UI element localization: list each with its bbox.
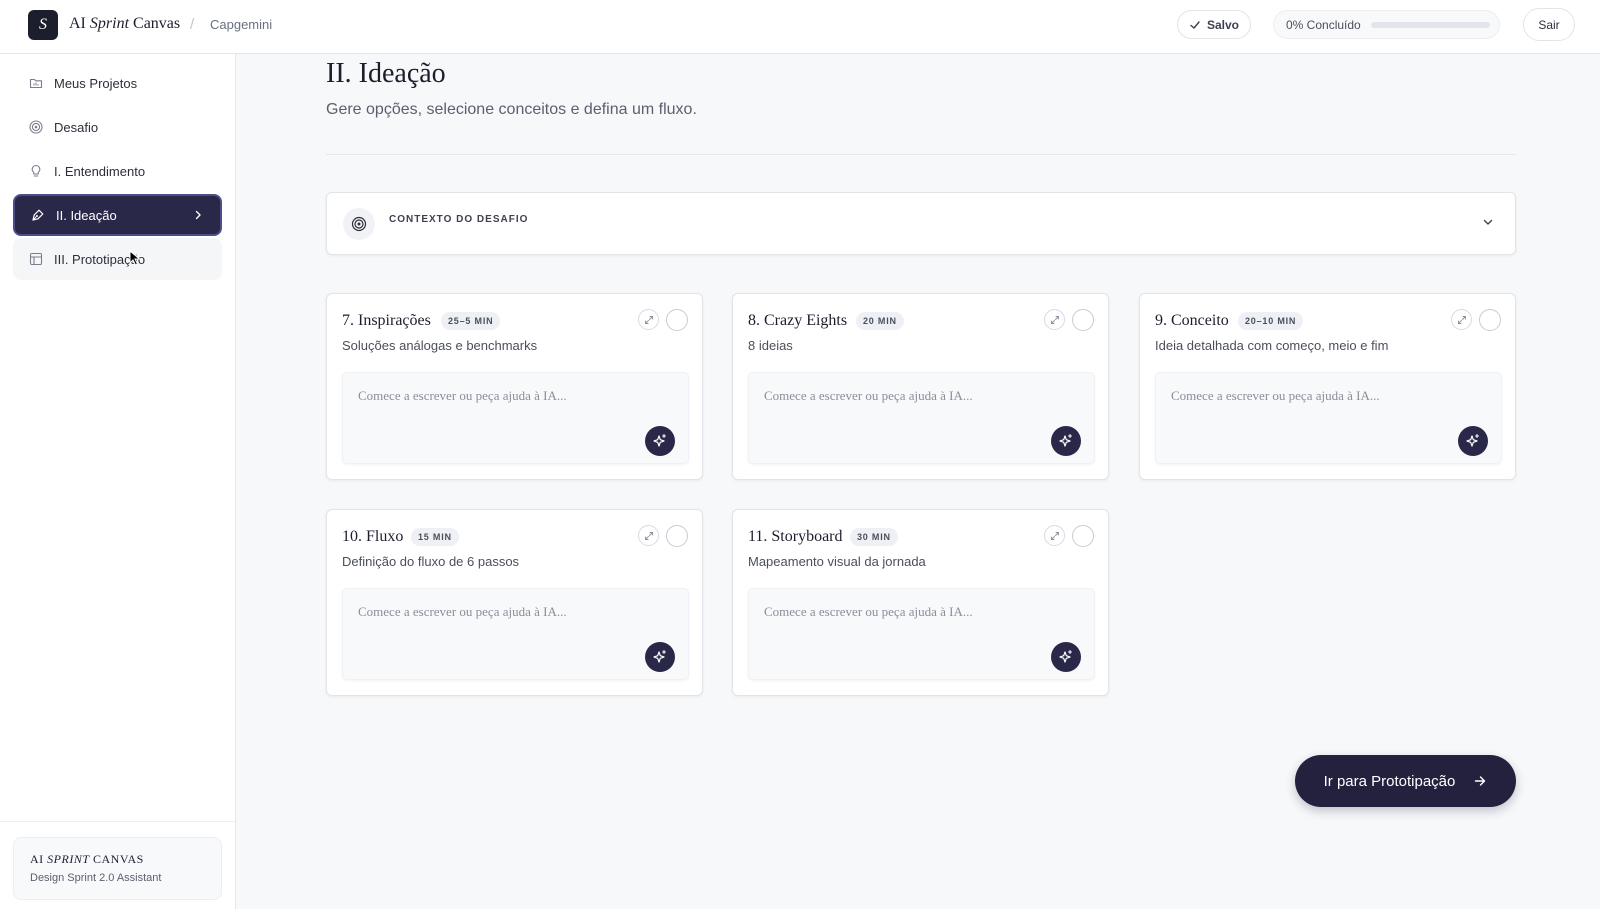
breadcrumb-project[interactable]: Capgemini [210,17,272,32]
editor-placeholder: Comece a escrever ou peça ajuda à IA... [1171,388,1380,403]
sidebar-divider [0,821,235,822]
pen-tool-icon [32,209,44,221]
exercise-card-flow: 10. Fluxo 15 MIN Definição do fluxo de 6… [326,509,703,696]
expand-button[interactable] [638,309,659,330]
go-to-prototyping-button[interactable]: Ir para Prototipação [1295,755,1516,807]
expand-icon [644,315,653,324]
complete-checkbox[interactable] [1479,309,1501,331]
expand-icon [1457,315,1466,324]
check-icon [1190,20,1200,29]
ai-assist-button[interactable] [645,642,675,672]
sidebar-item-prototyping[interactable]: III. Prototipação [13,238,222,280]
sidebar-item-label: I. Entendimento [54,163,146,179]
exercise-card-inspirations: 7. Inspirações 25–5 MIN Soluções análoga… [326,293,703,480]
sidebar-item-label: Meus Projetos [54,75,138,91]
card-description: Mapeamento visual da jornada [748,554,926,569]
app-logo[interactable]: S [28,10,58,40]
card-text-editor[interactable]: Comece a escrever ou peça ajuda à IA... [748,372,1095,464]
brand-subtitle: Design Sprint 2.0 Assistant [30,872,162,884]
expand-icon [644,531,653,540]
card-title: 7. Inspirações [342,312,431,329]
logout-button[interactable]: Sair [1523,8,1575,41]
expand-button[interactable] [1044,525,1065,546]
chevron-down-icon[interactable] [1481,215,1495,229]
editor-placeholder: Comece a escrever ou peça ajuda à IA... [358,388,567,403]
duration-badge: 30 MIN [850,528,898,546]
breadcrumb-separator: / [190,16,195,33]
editor-placeholder: Comece a escrever ou peça ajuda à IA... [764,604,973,619]
editor-placeholder: Comece a escrever ou peça ajuda à IA... [358,604,567,619]
complete-checkbox[interactable] [666,309,688,331]
progress-bar [1370,21,1490,28]
sidebar-brand-card: AI SPRINT CANVAS Design Sprint 2.0 Assis… [13,837,222,900]
sidebar-item-understanding[interactable]: I. Entendimento [13,150,222,192]
card-title: 8. Crazy Eights [748,312,848,329]
progress-indicator: 0% Concluído [1273,10,1500,39]
card-description: Ideia detalhada com começo, meio e fim [1155,338,1389,353]
saved-status-badge: Salvo [1177,10,1251,39]
expand-icon [1050,315,1059,324]
card-title: 11. Storyboard [748,528,843,545]
editor-placeholder: Comece a escrever ou peça ajuda à IA... [764,388,973,403]
ai-assist-button[interactable] [1051,642,1081,672]
card-description: Definição do fluxo de 6 passos [342,554,520,569]
card-title: 10. Fluxo [342,528,404,545]
duration-badge: 25–5 MIN [441,312,501,330]
exercise-card-storyboard: 11. Storyboard 30 MIN Mapeamento visual … [732,509,1109,696]
expand-button[interactable] [1451,309,1472,330]
section-divider [326,154,1516,155]
arrow-right-icon [1475,776,1486,786]
sparkles-icon [1059,649,1073,663]
exercise-card-concept: 9. Conceito 20–10 MIN Ideia detalhada co… [1139,293,1516,480]
ai-assist-button[interactable] [645,426,675,456]
lightbulb-icon [31,164,41,177]
exercise-card-crazy-eights: 8. Crazy Eights 20 MIN 8 ideias Comece a… [732,293,1109,480]
sidebar: Meus Projetos Desafio I. Entendimento II… [0,54,236,909]
sidebar-item-label: II. Ideação [56,207,117,223]
brand-title: AI SPRINT CANVAS [30,852,144,866]
sparkles-icon [1059,433,1073,447]
sidebar-item-projects[interactable]: Meus Projetos [13,62,222,104]
card-text-editor[interactable]: Comece a escrever ou peça ajuda à IA... [342,372,689,464]
cta-label: Ir para Prototipação [1323,772,1456,790]
expand-button[interactable] [638,525,659,546]
duration-badge: 20–10 MIN [1238,312,1304,330]
card-title: 9. Conceito [1155,312,1229,329]
page-subtitle: Gere opções, selecione conceitos e defin… [326,101,697,118]
card-text-editor[interactable]: Comece a escrever ou peça ajuda à IA... [342,588,689,680]
duration-badge: 15 MIN [411,528,459,546]
ai-assist-button[interactable] [1458,426,1488,456]
progress-label: 0% Concluído [1286,17,1361,32]
duration-badge: 20 MIN [856,312,904,330]
folder-icon [29,78,43,89]
card-text-editor[interactable]: Comece a escrever ou peça ajuda à IA... [748,588,1095,680]
sidebar-item-label: Desafio [54,119,99,135]
expand-icon [1050,531,1059,540]
layout-icon [29,252,43,266]
page-title: II. Ideação [326,58,446,89]
complete-checkbox[interactable] [666,525,688,547]
sidebar-item-ideation[interactable]: II. Ideação [13,194,222,236]
target-icon [343,208,375,240]
mouse-cursor-icon [129,250,141,266]
card-description: 8 ideias [748,338,793,353]
card-text-editor[interactable]: Comece a escrever ou peça ajuda à IA... [1155,372,1502,464]
complete-checkbox[interactable] [1072,525,1094,547]
sparkles-icon [653,433,667,447]
target-icon [29,120,43,134]
chevron-right-icon [195,210,201,220]
sparkles-icon [653,649,667,663]
card-description: Soluções análogas e benchmarks [342,338,538,353]
app-title[interactable]: AI Sprint Canvas [69,15,180,33]
complete-checkbox[interactable] [1072,309,1094,331]
top-header: S AI Sprint Canvas / Capgemini Salvo 0% … [0,0,1600,54]
sidebar-item-challenge[interactable]: Desafio [13,106,222,148]
sparkles-icon [1466,433,1480,447]
context-label: CONTEXTO DO DESAFIO [389,214,529,225]
ai-assist-button[interactable] [1051,426,1081,456]
challenge-context-accordion[interactable]: CONTEXTO DO DESAFIO [326,192,1516,255]
expand-button[interactable] [1044,309,1065,330]
